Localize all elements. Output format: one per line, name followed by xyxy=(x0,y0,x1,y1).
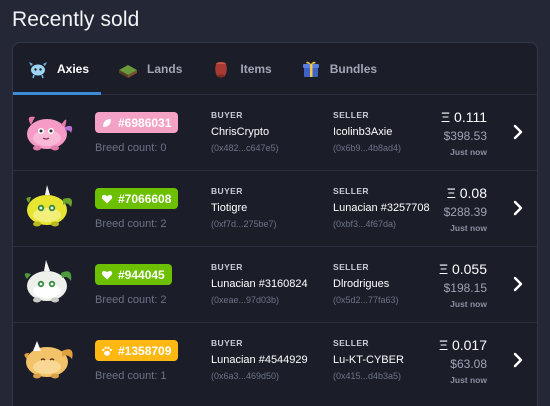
breed-count: Breed count: 2 xyxy=(95,294,167,306)
price-usd: $63.08 xyxy=(450,357,487,371)
chevron-right-icon[interactable] xyxy=(511,123,525,141)
axie-id-badge: #7066608 xyxy=(95,188,179,209)
sale-row[interactable]: #6986031 Breed count: 0 BUYER ChrisCrypt… xyxy=(13,95,537,171)
seller-address: (0x6b9...4b8ad4) xyxy=(333,143,402,153)
tab-lands[interactable]: Lands xyxy=(117,43,182,95)
buyer-heading: BUYER xyxy=(211,186,243,196)
category-tabs: Axies Lands Items Bundles xyxy=(13,43,537,95)
axie-image xyxy=(27,116,73,151)
buyer-address: (0x6a3...469d50) xyxy=(211,371,280,381)
breed-count: Breed count: 1 xyxy=(95,370,167,382)
buyer-heading: BUYER xyxy=(211,110,243,120)
sales-list: #6986031 Breed count: 0 BUYER ChrisCrypt… xyxy=(13,95,537,399)
buyer-name[interactable]: Lunacian #4544929 xyxy=(211,354,308,366)
buyer-address: (0xf7d...275be7) xyxy=(211,219,277,229)
axie-icon xyxy=(29,61,47,78)
item-icon xyxy=(215,61,228,77)
seller-name[interactable]: Dlrodrigues xyxy=(333,278,389,290)
sale-row[interactable]: #1358709 Breed count: 1 BUYER Lunacian #… xyxy=(13,323,537,399)
axie-image xyxy=(26,185,72,227)
leaf-icon xyxy=(103,118,111,127)
sale-time: Just now xyxy=(450,375,487,385)
axie-id: #6986031 xyxy=(118,115,172,130)
buyer-heading: BUYER xyxy=(211,262,243,272)
paw-icon xyxy=(102,346,112,356)
tab-label: Bundles xyxy=(329,61,378,76)
sale-time: Just now xyxy=(450,299,487,309)
sale-row[interactable]: #7066608 Breed count: 2 BUYER Tiotigre (… xyxy=(13,171,537,247)
tab-label: Axies xyxy=(57,61,90,76)
tab-label: Items xyxy=(240,61,272,76)
tab-axies[interactable]: Axies xyxy=(27,43,89,95)
axie-id-badge: #6986031 xyxy=(95,112,179,133)
tab-items[interactable]: Items xyxy=(210,43,272,95)
seller-heading: SELLER xyxy=(333,186,369,196)
axie-id-badge: #944045 xyxy=(95,264,172,285)
recently-sold-page: Recently sold Axies Lands Items Bundles … xyxy=(0,0,550,406)
heart-icon xyxy=(101,270,113,279)
price-eth: Ξ 0.111 xyxy=(441,109,487,125)
tab-label: Lands xyxy=(147,61,183,76)
buyer-name[interactable]: Tiotigre xyxy=(211,202,247,214)
sale-time: Just now xyxy=(450,147,487,157)
price-usd: $398.53 xyxy=(443,129,487,143)
buyer-name[interactable]: Lunacian #3160824 xyxy=(211,278,308,290)
page-title: Recently sold xyxy=(12,8,140,31)
axie-id: #1358709 xyxy=(118,343,172,358)
buyer-heading: BUYER xyxy=(211,338,243,348)
seller-address: (0x415...d4b3a5) xyxy=(333,371,402,381)
price-eth: Ξ 0.055 xyxy=(438,261,487,277)
axie-id: #944045 xyxy=(118,267,165,282)
bundle-icon xyxy=(302,61,319,77)
breed-count: Breed count: 2 xyxy=(95,218,167,230)
axie-id: #7066608 xyxy=(118,191,172,206)
sale-row[interactable]: #944045 Breed count: 2 BUYER Lunacian #3… xyxy=(13,247,537,323)
sale-time: Just now xyxy=(450,223,487,233)
axie-image xyxy=(24,341,73,379)
price-usd: $288.39 xyxy=(443,205,487,219)
seller-heading: SELLER xyxy=(333,338,369,348)
seller-heading: SELLER xyxy=(333,262,369,272)
axie-image xyxy=(24,260,72,303)
chevron-right-icon[interactable] xyxy=(511,199,525,217)
heart-icon xyxy=(101,194,113,203)
buyer-address: (0x482...c647e5) xyxy=(211,143,279,153)
seller-name[interactable]: Lunacian #3257708 xyxy=(333,202,430,214)
buyer-address: (0xeae...97d03b) xyxy=(211,295,280,305)
price-eth: Ξ 0.08 xyxy=(446,185,487,201)
recently-sold-panel: Axies Lands Items Bundles #6986031 Breed… xyxy=(12,42,538,406)
seller-address: (0x5d2...77fa63) xyxy=(333,295,399,305)
price-eth: Ξ 0.017 xyxy=(438,337,487,353)
breed-count: Breed count: 0 xyxy=(95,142,167,154)
chevron-right-icon[interactable] xyxy=(511,351,525,369)
price-usd: $198.15 xyxy=(443,281,487,295)
seller-address: (0xbf3...4f67da) xyxy=(333,219,397,229)
seller-name[interactable]: Lu-KT-CYBER xyxy=(333,354,404,366)
chevron-right-icon[interactable] xyxy=(511,275,525,293)
seller-name[interactable]: Icolinb3Axie xyxy=(333,126,392,138)
tab-bundles[interactable]: Bundles xyxy=(300,43,377,95)
buyer-name[interactable]: ChrisCrypto xyxy=(211,126,269,138)
axie-id-badge: #1358709 xyxy=(95,340,179,361)
seller-heading: SELLER xyxy=(333,110,369,120)
land-icon xyxy=(119,64,138,78)
